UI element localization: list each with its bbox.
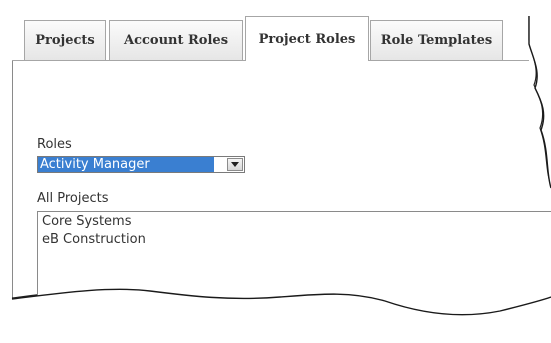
screenshot: Projects Account Roles Project Roles Rol…: [0, 0, 551, 343]
torn-edge-overlay: [0, 0, 551, 343]
